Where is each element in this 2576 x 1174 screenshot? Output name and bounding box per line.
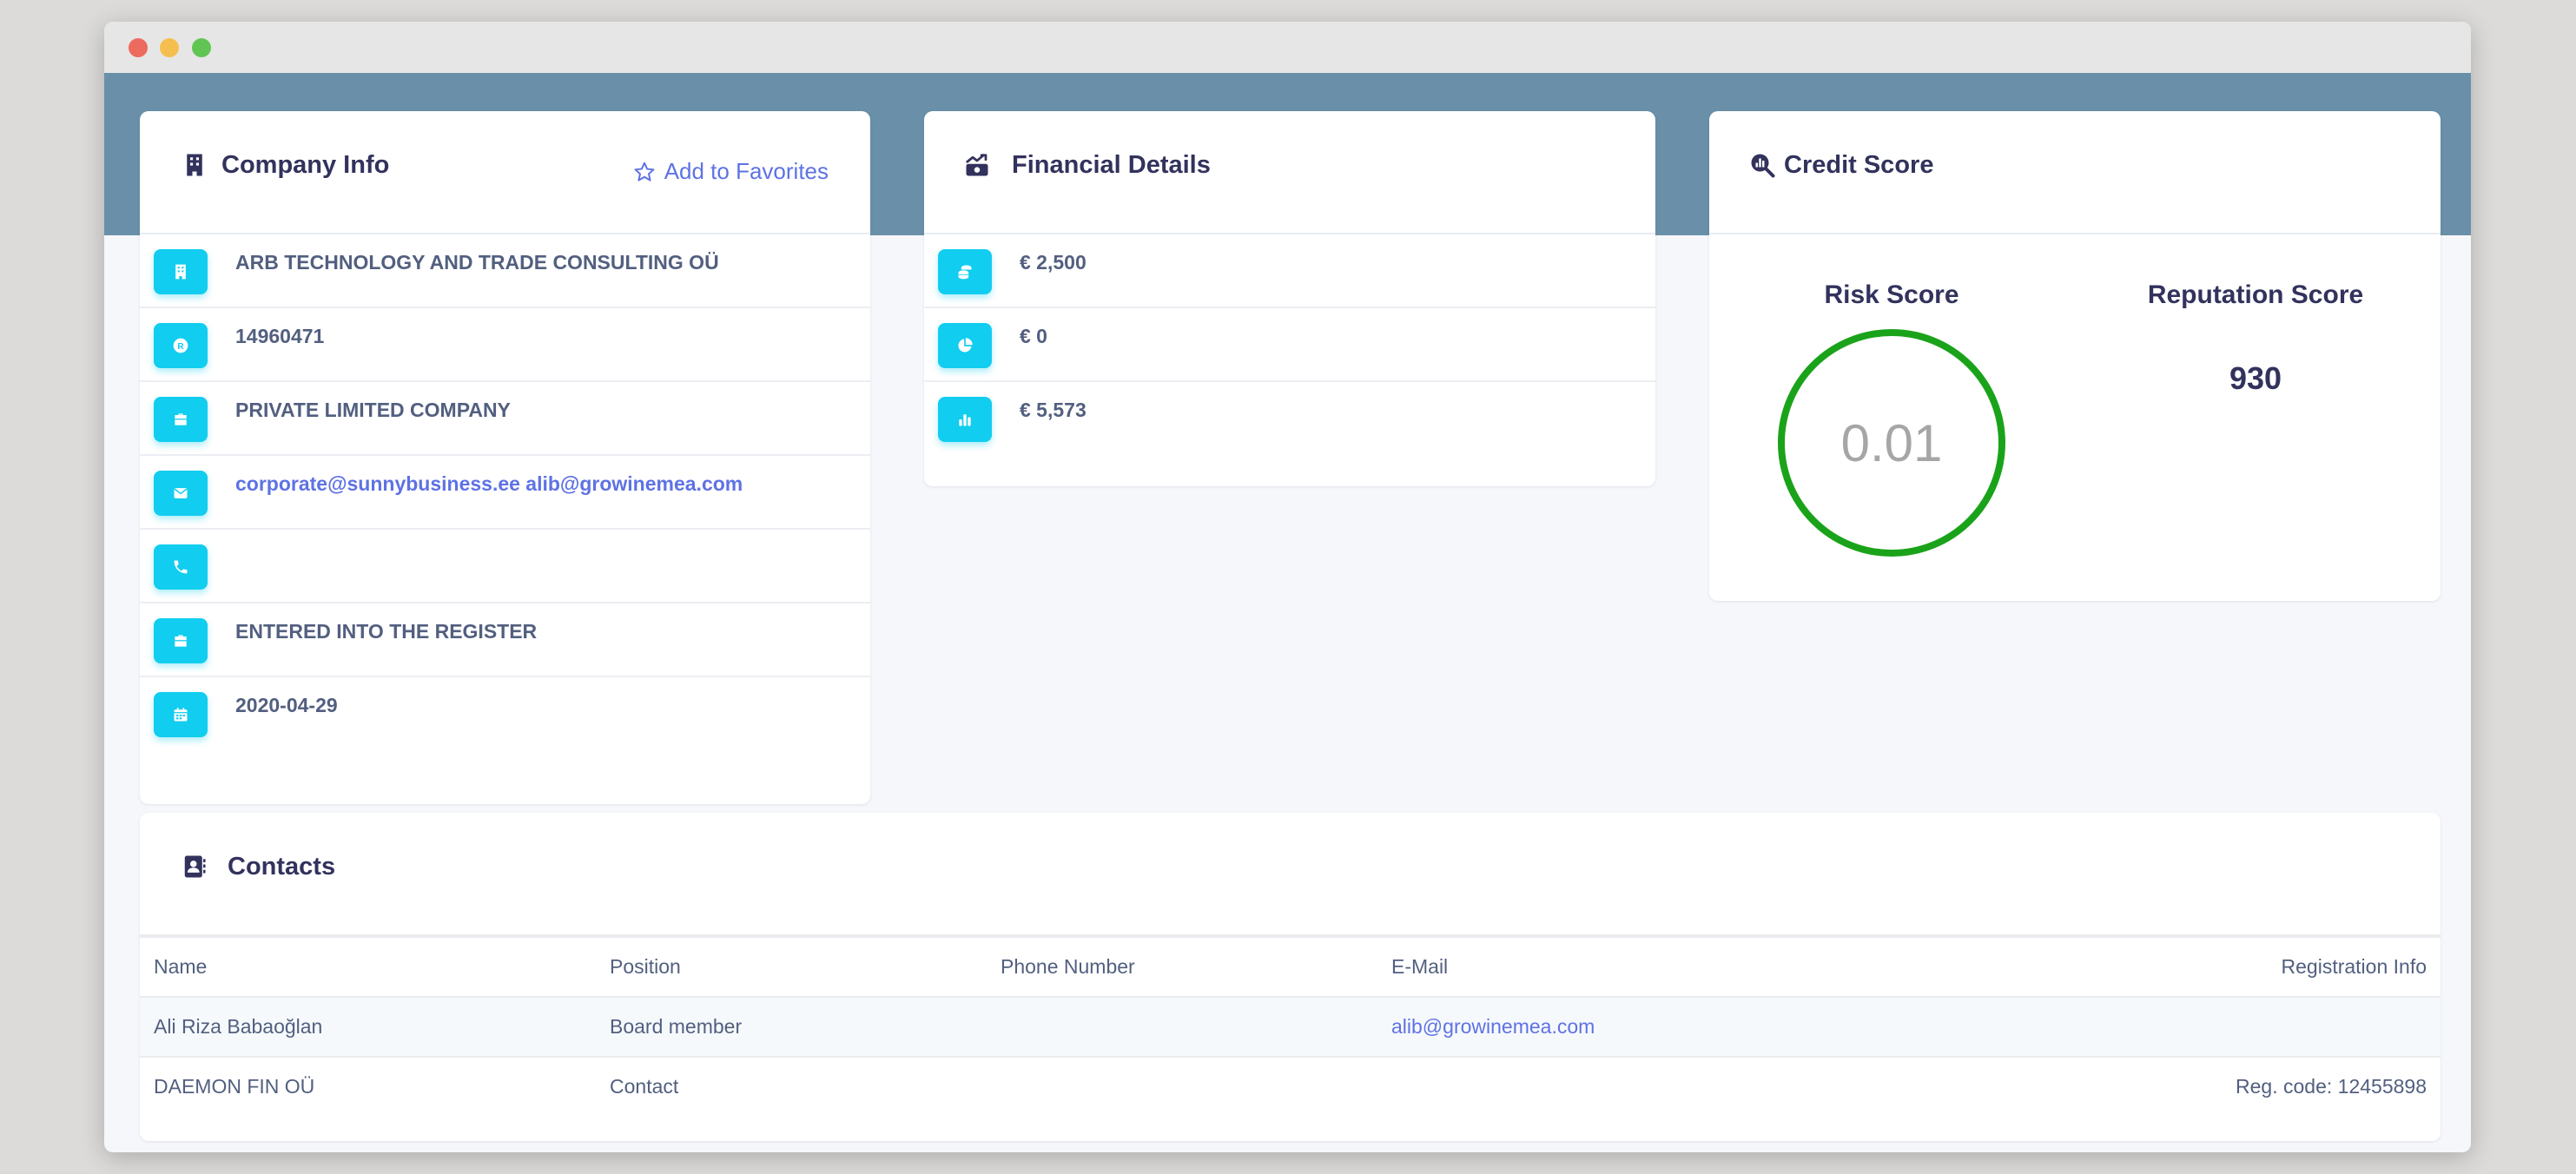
financial-details-header: Financial Details	[924, 111, 1655, 234]
registry-status: ENTERED INTO THE REGISTER	[235, 620, 538, 643]
legal-form: PRIVATE LIMITED COMPANY	[235, 399, 511, 421]
risk-score-gauge: 0.01	[1778, 329, 2005, 557]
pie-value: € 0	[1020, 325, 1047, 347]
legal-form-row: PRIVATE LIMITED COMPANY	[140, 382, 870, 456]
bar-value-row: € 5,573	[924, 382, 1655, 456]
credit-score-header: Credit Score	[1709, 111, 2441, 234]
risk-score-value: 0.01	[1840, 413, 1943, 472]
contact-position: Board member	[596, 996, 987, 1057]
envelope-icon	[154, 471, 208, 516]
reputation-score-label: Reputation Score	[2147, 280, 2364, 309]
company-name: ARB TECHNOLOGY AND TRADE CONSULTING OÜ	[235, 251, 719, 274]
registration-date: 2020-04-29	[235, 694, 338, 716]
contact-phone	[987, 996, 1377, 1057]
registry-code-row: R 14960471	[140, 308, 870, 382]
contact-name: Ali Riza Babaoğlan	[140, 996, 596, 1057]
phone-row	[140, 530, 870, 603]
contact-registration	[1923, 996, 2441, 1057]
star-icon	[634, 162, 655, 181]
company-info-header: Company Info Add to Favorites	[140, 111, 870, 234]
contacts-header: Contacts	[140, 813, 2441, 936]
financial-details-card: Financial Details € 2,500 € 0 € 5,573	[924, 111, 1655, 486]
browser-window: Company Info Add to Favorites ARB TECHNO…	[104, 22, 2471, 1152]
contacts-card: Contacts Name Position Phone Number E-Ma…	[140, 813, 2441, 1141]
column-email: E-Mail	[1377, 936, 1924, 997]
email-row: corporate@sunnybusiness.ee alib@growinem…	[140, 456, 870, 530]
contact-registration: Reg. code: 12455898	[1923, 1056, 2441, 1116]
briefcase-icon	[154, 397, 208, 442]
svg-text:R: R	[177, 342, 184, 352]
contacts-table: Name Position Phone Number E-Mail Regist…	[140, 936, 2441, 1116]
calendar-icon	[154, 692, 208, 737]
contacts-table-header: Name Position Phone Number E-Mail Regist…	[140, 936, 2441, 997]
table-row: DAEMON FIN OÜ Contact Reg. code: 1245589…	[140, 1056, 2441, 1116]
registered-icon: R	[154, 323, 208, 368]
contact-email-link[interactable]	[1377, 1056, 1924, 1116]
registry-code: 14960471	[235, 325, 325, 347]
financial-list: € 2,500 € 0 € 5,573	[924, 234, 1655, 456]
address-book-icon	[184, 855, 206, 878]
financial-details-title: Financial Details	[1012, 151, 1211, 179]
pie-chart-icon	[938, 323, 992, 368]
coins-icon	[938, 249, 992, 294]
credit-score-title: Credit Score	[1784, 151, 1934, 179]
company-email-link[interactable]: corporate@sunnybusiness.ee alib@growinem…	[235, 472, 743, 496]
close-window-button[interactable]	[129, 38, 148, 57]
search-chart-icon	[1751, 154, 1775, 178]
score-area: Risk Score 0.01 Reputation Score 930	[1709, 234, 2441, 601]
briefcase-icon	[154, 618, 208, 663]
company-info-title: Company Info	[221, 151, 390, 179]
contacts-title: Contacts	[228, 853, 336, 880]
risk-score-label: Risk Score	[1824, 280, 1959, 309]
company-name-row: ARB TECHNOLOGY AND TRADE CONSULTING OÜ	[140, 234, 870, 308]
contact-email-link[interactable]: alib@growinemea.com	[1377, 996, 1924, 1057]
building-icon	[154, 249, 208, 294]
pie-value-row: € 0	[924, 308, 1655, 382]
money-chart-icon	[966, 154, 988, 176]
reputation-score-value: 930	[2229, 360, 2282, 396]
column-name: Name	[140, 936, 596, 997]
building-icon	[187, 154, 202, 176]
minimize-window-button[interactable]	[160, 38, 179, 57]
column-position: Position	[596, 936, 987, 997]
add-to-favorites-button[interactable]: Add to Favorites	[633, 158, 829, 185]
contact-name: DAEMON FIN OÜ	[140, 1056, 596, 1116]
table-row: Ali Riza Babaoğlan Board member alib@gro…	[140, 996, 2441, 1057]
bar-chart-icon	[938, 397, 992, 442]
window-titlebar	[104, 22, 2471, 73]
phone-icon	[154, 544, 208, 590]
share-capital-row: € 2,500	[924, 234, 1655, 308]
company-info-list: ARB TECHNOLOGY AND TRADE CONSULTING OÜ R…	[140, 234, 870, 751]
maximize-window-button[interactable]	[192, 38, 211, 57]
contact-position: Contact	[596, 1056, 987, 1116]
column-phone: Phone Number	[987, 936, 1377, 997]
add-to-favorites-label: Add to Favorites	[664, 158, 829, 184]
contact-phone	[987, 1056, 1377, 1116]
bar-value: € 5,573	[1020, 399, 1087, 421]
date-row: 2020-04-29	[140, 677, 870, 751]
company-info-card: Company Info Add to Favorites ARB TECHNO…	[140, 111, 870, 804]
share-capital-value: € 2,500	[1020, 251, 1087, 274]
status-row: ENTERED INTO THE REGISTER	[140, 603, 870, 677]
column-registration: Registration Info	[1923, 936, 2441, 997]
credit-score-card: Credit Score Risk Score 0.01 Reputation …	[1709, 111, 2441, 601]
